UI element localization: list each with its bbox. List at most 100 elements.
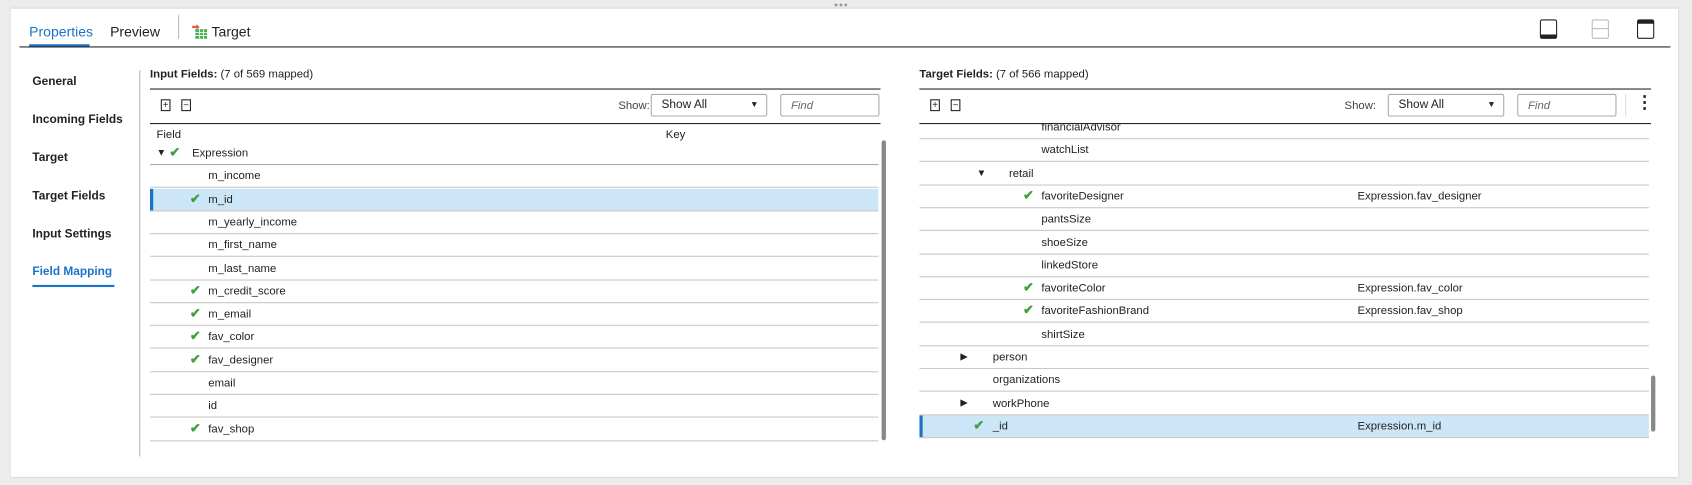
table-row[interactable]: ✔ favoriteDesigner Expression.fav_designer	[919, 185, 1649, 209]
table-row[interactable]: shirtSize	[919, 323, 1649, 347]
layout-bottom-icon[interactable]	[1539, 19, 1558, 39]
caret-down-icon[interactable]: ▼	[977, 167, 987, 178]
caret-right-icon[interactable]: ▶	[960, 397, 967, 409]
input-fields-title: Input Fields: (7 of 569 mapped)	[149, 67, 314, 81]
table-row[interactable]: email	[149, 372, 879, 395]
nav-target[interactable]: Target	[32, 151, 67, 164]
nav-general[interactable]: General	[32, 76, 76, 89]
check-icon: ✔	[189, 305, 201, 321]
table-row[interactable]: m_income	[149, 165, 879, 189]
chevron-down-icon: ▼	[1487, 99, 1496, 109]
input-show-select[interactable]: Show All ▼	[650, 93, 768, 117]
table-row[interactable]: m_first_name	[149, 234, 879, 258]
nav-target-fields[interactable]: Target Fields	[32, 190, 105, 203]
mapped-source: Expression.fav_color	[1357, 281, 1463, 295]
table-row[interactable]: ✔ _id Expression.m_id	[919, 415, 1649, 438]
target-show-label: Show:	[1344, 99, 1377, 113]
field-name: m_email	[208, 307, 252, 321]
layout-top-icon[interactable]	[1636, 19, 1655, 39]
table-row[interactable]: ▶ workPhone	[919, 392, 1649, 416]
input-col-field: Field	[156, 128, 182, 142]
table-row[interactable]: ✔ m_id	[149, 188, 879, 212]
check-icon: ✔	[973, 417, 985, 433]
toolbar-separator	[1625, 93, 1627, 117]
mapped-source: Expression.fav_designer	[1357, 189, 1482, 203]
caret-right-icon[interactable]: ▶	[960, 351, 967, 363]
check-icon: ✔	[189, 282, 201, 298]
target-show-select[interactable]: Show All ▼	[1387, 93, 1505, 117]
field-name: pantsSize	[1041, 212, 1092, 226]
input-show-label: Show:	[618, 99, 650, 113]
target-title-divider	[919, 88, 1652, 90]
more-options-icon[interactable]: ⋮	[1636, 94, 1653, 111]
check-icon: ✔	[1022, 302, 1034, 318]
input-mapped-count: (7 of 569 mapped)	[220, 67, 314, 81]
check-icon: ✔	[169, 144, 181, 160]
nav-field-mapping[interactable]: Field Mapping	[32, 265, 112, 278]
table-row[interactable]: ▶ person	[919, 346, 1649, 370]
field-name: fav_shop	[208, 422, 255, 436]
field-name: favoriteDesigner	[1041, 189, 1124, 203]
field-name: m_income	[208, 169, 261, 183]
layout-split-icon[interactable]	[1591, 19, 1609, 39]
nav-input-settings[interactable]: Input Settings	[32, 228, 111, 241]
input-scrollbar[interactable]	[881, 140, 886, 441]
check-icon: ✔	[189, 351, 201, 367]
table-row[interactable]: ✔ favoriteColor Expression.fav_color	[919, 277, 1649, 301]
table-row[interactable]: ✔ favoriteFashionBrand Expression.fav_shop	[919, 300, 1649, 324]
field-name: Expression	[192, 146, 249, 160]
field-name: email	[208, 376, 236, 390]
table-row[interactable]: m_yearly_income	[149, 211, 879, 235]
field-name: m_yearly_income	[208, 215, 298, 229]
field-name: fav_color	[208, 330, 255, 344]
input-find-field[interactable]	[780, 93, 880, 117]
target-tree-viewport: financialAdvisor watchList ▼ retail ✔ favorit…	[919, 124, 1651, 453]
table-row[interactable]: pantsSize	[919, 208, 1649, 232]
field-name: organizations	[992, 373, 1061, 387]
chevron-down-icon: ▼	[750, 99, 759, 109]
collapse-all-icon[interactable]: −	[181, 99, 192, 112]
header-divider	[19, 46, 1671, 48]
target-table-icon	[192, 24, 208, 39]
table-row[interactable]: ✔ fav_color	[149, 326, 879, 349]
field-name: favoriteColor	[1041, 281, 1106, 295]
field-name: retail	[1008, 166, 1034, 180]
table-row[interactable]: ✔ m_credit_score	[149, 280, 879, 304]
table-row[interactable]: linkedStore	[919, 254, 1649, 278]
mapped-source: Expression.fav_shop	[1357, 304, 1463, 318]
expand-all-icon[interactable]: +	[160, 99, 171, 112]
table-row[interactable]: ▼ ✔ Expression	[149, 142, 879, 166]
tab-target[interactable]: Target	[192, 23, 251, 40]
tab-target-label: Target	[211, 23, 251, 40]
field-name: person	[992, 350, 1028, 364]
input-toolbar-divider	[149, 123, 881, 125]
properties-panel: Properties Preview Target General Incomi…	[10, 8, 1679, 477]
field-name: m_id	[208, 192, 233, 206]
tab-preview[interactable]: Preview	[110, 24, 160, 40]
table-row[interactable]: m_last_name	[149, 257, 879, 281]
caret-down-icon[interactable]: ▼	[156, 147, 166, 158]
field-name: watchList	[1041, 143, 1089, 157]
collapse-all-icon[interactable]: −	[950, 99, 961, 112]
tab-properties[interactable]: Properties	[29, 24, 93, 40]
table-row[interactable]: shoeSize	[919, 231, 1649, 255]
tab-separator	[178, 15, 180, 39]
target-find-field[interactable]	[1517, 93, 1617, 117]
table-row[interactable]: id	[149, 395, 879, 418]
table-row[interactable]: ✔ m_email	[149, 303, 879, 326]
expand-all-icon[interactable]: +	[930, 99, 940, 112]
field-name: financialAdvisor	[1041, 124, 1121, 134]
check-icon: ✔	[189, 190, 201, 206]
target-scrollbar[interactable]	[1651, 375, 1656, 432]
table-row[interactable]: ✔ fav_shop	[149, 418, 879, 441]
table-row[interactable]: ▼ retail	[919, 163, 1649, 186]
table-row[interactable]: financialAdvisor	[919, 124, 1649, 140]
nav-active-indicator	[32, 284, 115, 288]
table-row[interactable]: watchList	[919, 140, 1649, 163]
table-row[interactable]: organizations	[919, 369, 1649, 393]
nav-incoming-fields[interactable]: Incoming Fields	[32, 113, 122, 126]
table-row[interactable]: ✔ fav_designer	[149, 349, 879, 372]
field-name: shoeSize	[1041, 235, 1088, 249]
field-name: shirtSize	[1041, 327, 1085, 341]
field-name: m_last_name	[208, 261, 277, 275]
